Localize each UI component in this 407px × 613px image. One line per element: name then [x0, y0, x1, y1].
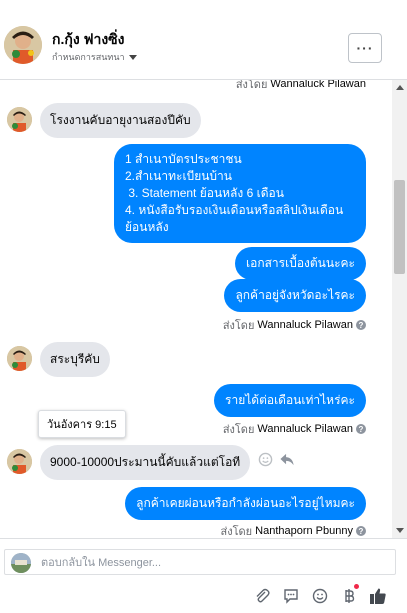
sender-name: Wannaluck Pilawan — [257, 423, 353, 435]
outgoing-message[interactable]: รายได้ต่อเดือนเท่าไหร่คะ — [214, 384, 366, 417]
message-line: 4. หนังสือรับรองเงินเดือนหรือสลิปเงินเดื… — [125, 203, 344, 234]
scroll-down-icon[interactable] — [396, 528, 404, 533]
conversation-status-dropdown[interactable]: กำหนดการสนทนา — [52, 50, 137, 64]
attach-icon[interactable] — [253, 587, 271, 605]
incoming-message[interactable]: โรงงานคับอายุงานสองปีคับ — [40, 103, 201, 138]
sent-by-label: ส่งโดย Wannaluck Pilawan — [235, 80, 366, 91]
more-icon: ··· — [356, 40, 374, 56]
page-avatar — [11, 553, 31, 573]
contact-avatar-small — [7, 107, 32, 132]
sent-by-label: ส่งโดย Wannaluck Pilawan ? — [223, 420, 366, 438]
message-line: 3. Statement ย้อนหลัง 6 เดือน — [125, 186, 284, 200]
reply-box[interactable] — [4, 549, 396, 575]
composer-toolbar — [253, 584, 387, 605]
scroll-up-icon[interactable] — [396, 85, 404, 90]
like-icon[interactable] — [369, 587, 387, 605]
scrollbar-thumb[interactable] — [394, 180, 405, 274]
message-line: 1 สำเนาบัตรประชาชน — [125, 152, 242, 166]
sent-by-label: ส่งโดย Wannaluck Pilawan ? — [223, 316, 366, 334]
notification-dot — [354, 584, 359, 589]
help-icon[interactable]: ? — [356, 526, 366, 536]
contact-avatar-small — [7, 346, 32, 371]
sender-name: Nanthaporn Pbunny — [255, 525, 353, 537]
conversation-status-label: กำหนดการสนทนา — [52, 52, 125, 62]
caret-down-icon — [128, 54, 137, 60]
more-options-button[interactable]: ··· — [348, 33, 382, 63]
reply-composer — [0, 538, 407, 613]
outgoing-message[interactable]: เอกสารเบื้องต้นนะคะ — [235, 247, 366, 280]
outgoing-message[interactable]: 1 สำเนาบัตรประชาชน 2.สำเนาทะเบียนบ้าน 3.… — [114, 144, 366, 243]
help-icon[interactable]: ? — [356, 320, 366, 330]
emoji-icon[interactable] — [311, 587, 329, 605]
emoji-react-icon[interactable] — [258, 452, 273, 472]
contact-avatar[interactable] — [4, 26, 42, 64]
outgoing-message[interactable]: ลูกค้าอยู่จังหวัดอะไรคะ — [224, 279, 366, 312]
reply-input[interactable] — [41, 555, 381, 571]
sender-name: Wannaluck Pilawan — [270, 80, 366, 90]
thread-scrollbar[interactable] — [392, 80, 407, 538]
reply-icon[interactable] — [279, 452, 295, 472]
sent-by-label: ส่งโดย Nanthaporn Pbunny ? — [221, 522, 366, 538]
payment-icon[interactable] — [340, 584, 359, 605]
contact-avatar-small — [7, 449, 32, 474]
message-line: 2.สำเนาทะเบียนบ้าน — [125, 169, 232, 183]
message-actions — [258, 452, 295, 472]
saved-replies-icon[interactable] — [282, 587, 300, 605]
outgoing-message[interactable]: ลูกค้าเคยผ่อนหรือกำลังผ่อนอะไรอยู่ไหมคะ — [125, 487, 366, 520]
incoming-message[interactable]: สระบุรีคับ — [40, 342, 110, 377]
help-icon[interactable]: ? — [356, 424, 366, 434]
conversation-header: ก.กุ้ง ฟางซิ่ง กำหนดการสนทนา ··· — [0, 0, 407, 80]
timestamp-tooltip: วันอังคาร 9:15 — [38, 410, 126, 438]
incoming-message[interactable]: 9000-10000ประมานนี้คับแล้วแต่โอที — [40, 445, 251, 480]
contact-name[interactable]: ก.กุ้ง ฟางซิ่ง — [52, 29, 125, 51]
message-thread: ส่งโดย Wannaluck Pilawan โรงงานคับอายุงา… — [0, 80, 392, 538]
sender-name: Wannaluck Pilawan — [257, 319, 353, 331]
